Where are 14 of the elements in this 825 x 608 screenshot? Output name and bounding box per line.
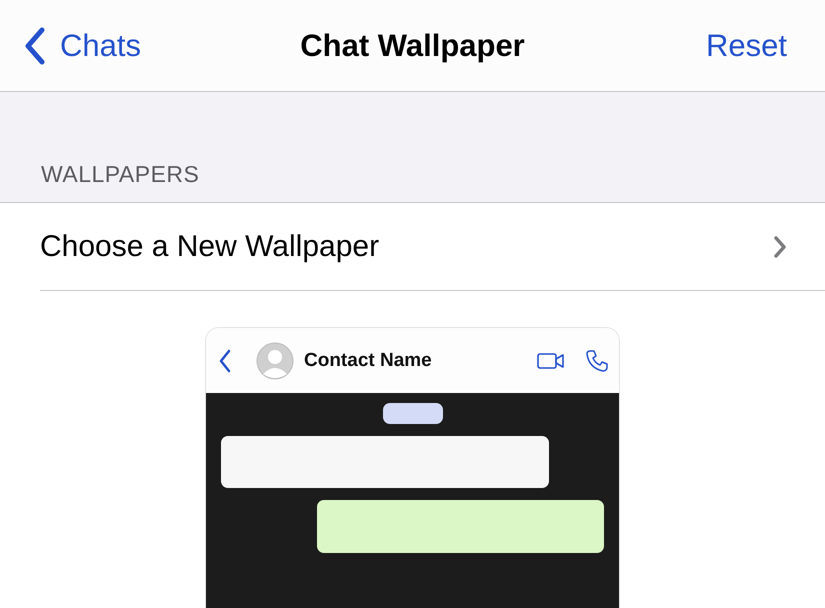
screen-title: Chat Wallpaper xyxy=(300,28,525,62)
row-label: Choose a New Wallpaper xyxy=(40,230,380,264)
list-row[interactable]: Choose a New Wallpaper xyxy=(40,203,825,291)
avatar-icon xyxy=(256,342,294,380)
back-icon xyxy=(24,26,46,64)
phone-icon xyxy=(585,348,609,372)
contact-name: Contact Name xyxy=(304,350,433,372)
video-icon xyxy=(537,350,565,370)
back-button[interactable]: Chats xyxy=(24,26,141,64)
chevron-icon xyxy=(773,234,787,258)
section-header: WALLPAPERS xyxy=(41,161,200,188)
reset-button[interactable]: Reset xyxy=(706,28,787,64)
date-pill xyxy=(382,403,442,424)
back-icon xyxy=(218,348,232,372)
